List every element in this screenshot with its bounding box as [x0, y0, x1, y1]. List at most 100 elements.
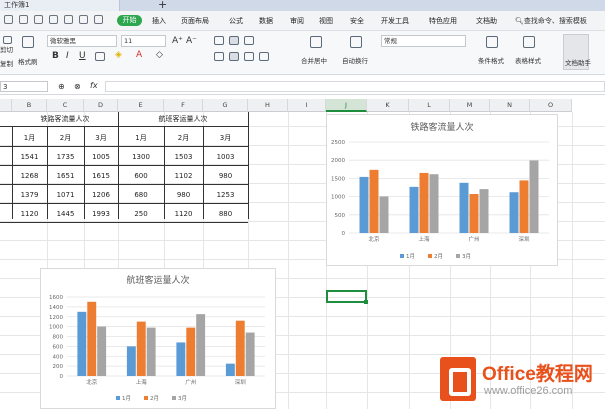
font-family-select[interactable]: 微软雅黑 — [47, 35, 117, 47]
table-cell[interactable]: 1735 — [47, 153, 84, 161]
column-header[interactable]: G — [203, 99, 248, 112]
clear-format-icon[interactable]: ◇ — [156, 50, 163, 60]
save-icon[interactable] — [19, 15, 28, 24]
align-bottom-icon[interactable] — [244, 36, 254, 45]
italic-icon[interactable]: I — [66, 51, 69, 61]
copy-label[interactable]: 复制 — [0, 58, 13, 68]
command-search[interactable]: 🔍︎查找命令、搜索模板 — [515, 16, 587, 26]
month-header[interactable]: 2月 — [164, 133, 203, 143]
month-header[interactable]: 3月 — [203, 133, 248, 143]
column-header[interactable]: J — [326, 99, 367, 112]
table-cell[interactable]: 1503 — [164, 153, 203, 161]
table-cell[interactable]: 1615 — [84, 172, 118, 180]
table-cell[interactable]: 1003 — [203, 153, 248, 161]
menu-start[interactable]: 开始 — [117, 15, 142, 26]
formula-input[interactable] — [105, 81, 605, 92]
redo-icon[interactable] — [94, 15, 103, 24]
column-header[interactable]: H — [248, 99, 288, 112]
table-cell[interactable]: 600 — [118, 172, 164, 180]
align-right-icon[interactable] — [244, 52, 254, 61]
number-format-select[interactable]: 常规 — [381, 35, 466, 47]
font-color-icon[interactable]: A — [136, 50, 142, 60]
table-cell[interactable]: 1541 — [12, 153, 47, 161]
border-icon[interactable] — [95, 52, 105, 61]
column-header[interactable]: M — [450, 99, 490, 112]
table-cell[interactable]: 1300 — [118, 153, 164, 161]
table-cell[interactable]: 1005 — [84, 153, 118, 161]
font-size-select[interactable]: 11 — [121, 35, 166, 47]
menu-formulas[interactable]: 公式 — [229, 16, 243, 26]
menu-view[interactable]: 视图 — [319, 16, 333, 26]
table-cell[interactable]: 1993 — [84, 210, 118, 218]
table-cell[interactable]: 1651 — [47, 172, 84, 180]
print-icon[interactable] — [49, 15, 58, 24]
merge-center-label[interactable]: 合并居中 — [301, 55, 327, 65]
table-cell[interactable]: 880 — [203, 210, 248, 218]
format-painter-icon[interactable] — [22, 36, 34, 48]
wrap-text-icon[interactable] — [350, 36, 362, 48]
column-header[interactable]: B — [12, 99, 47, 112]
table-cell[interactable]: 1120 — [164, 210, 203, 218]
menu-doc-assistant[interactable]: 文档助 — [476, 16, 497, 26]
menu-page-layout[interactable]: 页面布局 — [181, 16, 209, 26]
month-header[interactable]: 2月 — [47, 133, 84, 143]
document-tab[interactable]: 工作簿1 — [0, 0, 120, 11]
align-top-icon[interactable] — [214, 36, 224, 45]
align-middle-icon[interactable] — [229, 36, 239, 45]
air-chart[interactable]: 航班客运量人次 0 200 400 600 800 1000 1200 1400 1600 北京 上海… — [40, 268, 276, 409]
table-style-label[interactable]: 表格样式 — [515, 55, 541, 65]
conditional-format-label[interactable]: 条件格式 — [478, 55, 504, 65]
column-header[interactable]: I — [288, 99, 326, 112]
wrap-text-label[interactable]: 自动换行 — [342, 55, 368, 65]
select-all-corner[interactable] — [0, 99, 12, 112]
preview-icon[interactable] — [64, 15, 73, 24]
column-header[interactable]: E — [118, 99, 164, 112]
menu-security[interactable]: 安全 — [350, 16, 364, 26]
table-cell[interactable]: 980 — [203, 172, 248, 180]
selected-cell[interactable] — [326, 290, 368, 304]
table-cell[interactable]: 1206 — [84, 191, 118, 199]
cut-label[interactable]: 剪切 — [0, 44, 13, 54]
merge-center-icon[interactable] — [310, 36, 322, 48]
month-header[interactable]: 3月 — [84, 133, 118, 143]
table-cell[interactable]: 1071 — [47, 191, 84, 199]
column-header[interactable]: F — [164, 99, 203, 112]
align-left-icon[interactable] — [214, 52, 224, 61]
rail-chart[interactable]: 铁路客流量人次 0 500 1000 1500 2000 2500 北京 上海 广州 深圳 1月 2月 3… — [326, 114, 558, 266]
table-cell[interactable]: 1379 — [12, 191, 47, 199]
align-center-icon[interactable] — [229, 52, 239, 61]
format-painter-label[interactable]: 格式刷 — [18, 56, 38, 66]
table-cell[interactable]: 1445 — [47, 210, 84, 218]
menu-data[interactable]: 数据 — [259, 16, 273, 26]
new-tab-button[interactable]: + — [158, 0, 167, 11]
menu-review[interactable]: 审阅 — [290, 16, 304, 26]
table-cell[interactable]: 680 — [118, 191, 164, 199]
shrink-font-icon[interactable]: A⁻ — [186, 36, 197, 46]
name-box[interactable]: 3 — [0, 81, 48, 92]
column-header[interactable]: D — [84, 99, 118, 112]
table-cell[interactable]: 1253 — [203, 191, 248, 199]
zoom-icon[interactable]: ⊕ — [58, 82, 65, 91]
grow-font-icon[interactable]: A⁺ — [172, 36, 183, 46]
menu-icon[interactable] — [4, 15, 13, 24]
menu-insert[interactable]: 插入 — [152, 16, 166, 26]
table-cell[interactable]: 1268 — [12, 172, 47, 180]
column-header[interactable]: C — [47, 99, 84, 112]
underline-icon[interactable]: U — [79, 51, 86, 61]
table-cell[interactable]: 250 — [118, 210, 164, 218]
air-header[interactable]: 航班客运量人次 — [118, 114, 248, 124]
bold-icon[interactable]: B — [52, 51, 59, 61]
menu-developer[interactable]: 开发工具 — [381, 16, 409, 26]
menu-special[interactable]: 特色应用 — [429, 16, 457, 26]
column-header[interactable]: K — [367, 99, 409, 112]
column-header[interactable]: L — [409, 99, 450, 112]
rail-header[interactable]: 铁路客流量人次 — [12, 114, 118, 124]
table-cell[interactable]: 1120 — [12, 210, 47, 218]
conditional-format-icon[interactable] — [486, 36, 498, 48]
fill-color-icon[interactable]: ◈ — [115, 50, 122, 60]
justify-icon[interactable] — [259, 52, 269, 61]
month-header[interactable]: 1月 — [118, 133, 164, 143]
cancel-formula-icon[interactable]: ⊗ — [74, 82, 81, 91]
fx-button[interactable]: fx — [90, 81, 98, 90]
column-header[interactable]: O — [530, 99, 572, 112]
